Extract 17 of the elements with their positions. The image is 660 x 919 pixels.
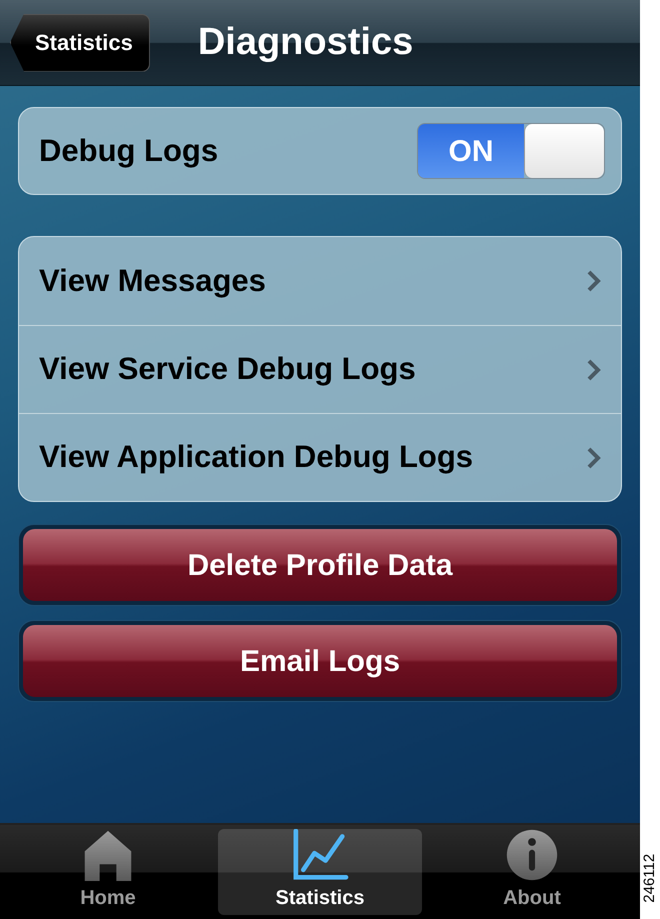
chevron-icon bbox=[587, 270, 601, 292]
tab[interactable]: About bbox=[430, 829, 634, 915]
action-button[interactable]: Delete Profile Data bbox=[23, 529, 617, 601]
menu-row[interactable]: View Service Debug Logs bbox=[19, 325, 621, 413]
menu-row[interactable]: View Messages bbox=[19, 237, 621, 325]
back-button[interactable]: Statistics bbox=[10, 14, 150, 72]
chevron-icon bbox=[587, 446, 601, 468]
debug-toggle[interactable]: ON bbox=[417, 123, 605, 179]
screen-title: Diagnostics bbox=[198, 20, 414, 65]
action-button[interactable]: Email Logs bbox=[23, 625, 617, 697]
toggle-label: ON bbox=[418, 124, 524, 178]
tab[interactable]: Home bbox=[6, 829, 210, 915]
figure-number: 246112 bbox=[640, 853, 659, 902]
tab[interactable]: Statistics bbox=[218, 829, 422, 915]
setting-label: Debug Logs bbox=[39, 132, 218, 170]
menu-row[interactable]: View Application Debug Logs bbox=[19, 413, 621, 501]
chevron-icon bbox=[587, 358, 601, 380]
